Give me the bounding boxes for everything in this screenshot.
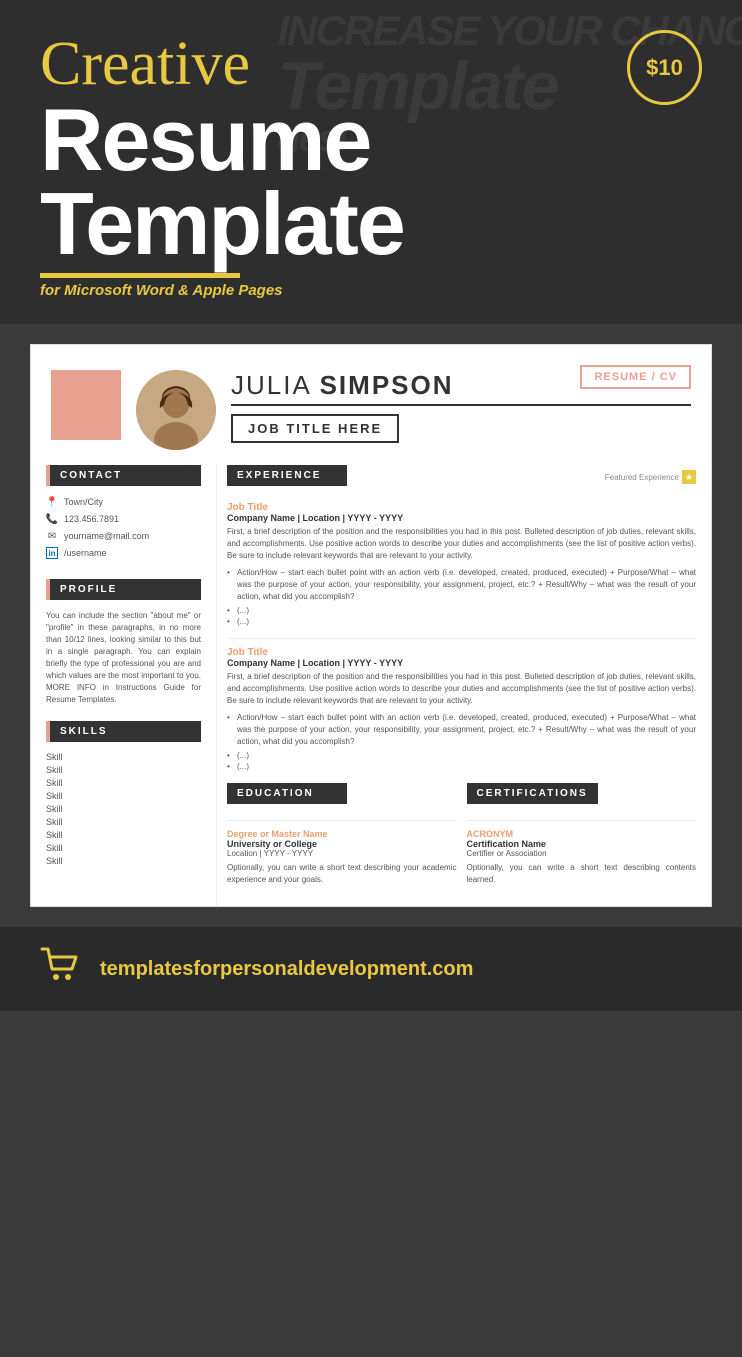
list-item: Skill xyxy=(46,752,201,762)
color-block xyxy=(51,370,121,440)
experience-entry-1: Job Title Company Name | Location | YYYY… xyxy=(227,502,696,626)
contact-phone-text: 123.456.7891 xyxy=(64,514,119,524)
location-icon: 📍 xyxy=(46,496,58,508)
job-title-1: Job Title xyxy=(227,502,696,513)
contact-linkedin: in /username xyxy=(46,547,201,559)
full-name: JULIA SIMPSON xyxy=(231,370,691,401)
bottom-footer: templatesforpersonaldevelopment.com xyxy=(0,927,742,1011)
list-item: Skill xyxy=(46,817,201,827)
job-bullet-1: Action/How – start each bullet point wit… xyxy=(237,567,696,603)
cert-divider xyxy=(467,820,697,821)
spacer-2 xyxy=(46,706,201,721)
footer-url: templatesforpersonaldevelopment.com xyxy=(100,958,473,981)
education-section: EDUCATION Degree or Master Name Universi… xyxy=(227,783,457,886)
featured-label: Featured Experience xyxy=(605,473,679,482)
cert-acronym: ACRONYM xyxy=(467,829,697,839)
contact-email: ✉ yourname@mail.com xyxy=(46,530,201,542)
edu-location: Location | YYYY - YYYY xyxy=(227,849,457,858)
featured-badge: Featured Experience ★ xyxy=(605,470,696,484)
cert-section-header: CERTIFICATIONS xyxy=(467,783,598,804)
contact-city: 📍 Town/City xyxy=(46,496,201,508)
edu-degree: Degree or Master Name xyxy=(227,829,457,839)
experience-entry-2: Job Title Company Name | Location | YYYY… xyxy=(227,647,696,771)
list-item: Skill xyxy=(46,791,201,801)
job-small-bullet-2a: (...) xyxy=(237,751,696,760)
left-column: CONTACT 📍 Town/City 📞 123.456.7891 ✉ you… xyxy=(31,465,216,906)
certifications-section: CERTIFICATIONS ACRONYM Certification Nam… xyxy=(467,783,697,886)
cert-desc: Optionally, you can write a short text d… xyxy=(467,862,697,886)
profile-photo xyxy=(136,370,216,450)
title-underline xyxy=(40,273,240,278)
skills-section-header: SKILLS xyxy=(46,721,201,742)
price-badge: $10 xyxy=(627,30,702,105)
job-desc-1: First, a brief description of the positi… xyxy=(227,526,696,562)
profile-text: You can include the section "about me" o… xyxy=(46,610,201,706)
job-title-2: Job Title xyxy=(227,647,696,658)
resume-card: RESUME / CV JULIA SIMPSON JOB TITLE HERE xyxy=(30,344,712,907)
list-item: Skill xyxy=(46,765,201,775)
right-column: EXPERIENCE Featured Experience ★ Job Tit… xyxy=(216,465,711,906)
list-item: Skill xyxy=(46,804,201,814)
job-desc-2: First, a brief description of the positi… xyxy=(227,671,696,707)
top-banner: INCREASE YOUR CHANC Template desi $10 Cr… xyxy=(0,0,742,324)
last-name: SIMPSON xyxy=(320,370,454,400)
name-underline xyxy=(231,404,691,406)
cert-name: Certification Name xyxy=(467,839,697,849)
star-icon: ★ xyxy=(682,470,696,484)
first-name: JULIA xyxy=(231,370,320,400)
job-company-1: Company Name | Location | YYYY - YYYY xyxy=(227,513,696,523)
divider-1 xyxy=(227,638,696,639)
edu-school: University or College xyxy=(227,839,457,849)
skills-label: SKILLS xyxy=(60,726,108,737)
list-item: Skill xyxy=(46,830,201,840)
edu-desc: Optionally, you can write a short text d… xyxy=(227,862,457,886)
job-small-bullet-2b: (...) xyxy=(237,762,696,771)
profile-label: PROFILE xyxy=(60,584,117,595)
job-bullet-2: Action/How – start each bullet point wit… xyxy=(237,712,696,748)
contact-email-text: yourname@mail.com xyxy=(64,531,149,541)
job-small-bullet-1a: (...) xyxy=(237,606,696,615)
resume-body: CONTACT 📍 Town/City 📞 123.456.7891 ✉ you… xyxy=(31,465,711,906)
education-section-header: EDUCATION xyxy=(227,783,347,804)
resume-header: JULIA SIMPSON JOB TITLE HERE xyxy=(31,345,711,450)
contact-section-header: CONTACT xyxy=(46,465,201,486)
list-item: Skill xyxy=(46,843,201,853)
contact-phone: 📞 123.456.7891 xyxy=(46,513,201,525)
name-section: JULIA SIMPSON JOB TITLE HERE xyxy=(231,365,691,443)
cert-certifier: Certifier or Association xyxy=(467,849,697,858)
cart-icon xyxy=(40,947,80,991)
email-icon: ✉ xyxy=(46,530,58,542)
contact-city-text: Town/City xyxy=(64,497,103,507)
job-small-bullet-1b: (...) xyxy=(237,617,696,626)
spacer-1 xyxy=(46,564,201,579)
edu-divider xyxy=(227,820,457,821)
experience-section-header: EXPERIENCE xyxy=(227,465,347,486)
job-title-box: JOB TITLE HERE xyxy=(231,414,399,443)
template-title: Template xyxy=(40,182,702,266)
list-item: Skill xyxy=(46,856,201,866)
profile-section-header: PROFILE xyxy=(46,579,201,600)
linkedin-icon: in xyxy=(46,547,58,559)
job-company-2: Company Name | Location | YYYY - YYYY xyxy=(227,658,696,668)
bottom-sections: EDUCATION Degree or Master Name Universi… xyxy=(227,783,696,886)
banner-subtitle: for Microsoft Word & Apple Pages xyxy=(40,282,702,299)
skills-list: Skill Skill Skill Skill Skill Skill Skil… xyxy=(46,752,201,866)
price-label: $10 xyxy=(646,55,683,81)
contact-linkedin-text: /username xyxy=(64,548,107,558)
resume-title: Resume xyxy=(40,98,702,182)
list-item: Skill xyxy=(46,778,201,788)
creative-title: Creative xyxy=(40,30,702,98)
contact-label: CONTACT xyxy=(60,470,122,481)
phone-icon: 📞 xyxy=(46,513,58,525)
